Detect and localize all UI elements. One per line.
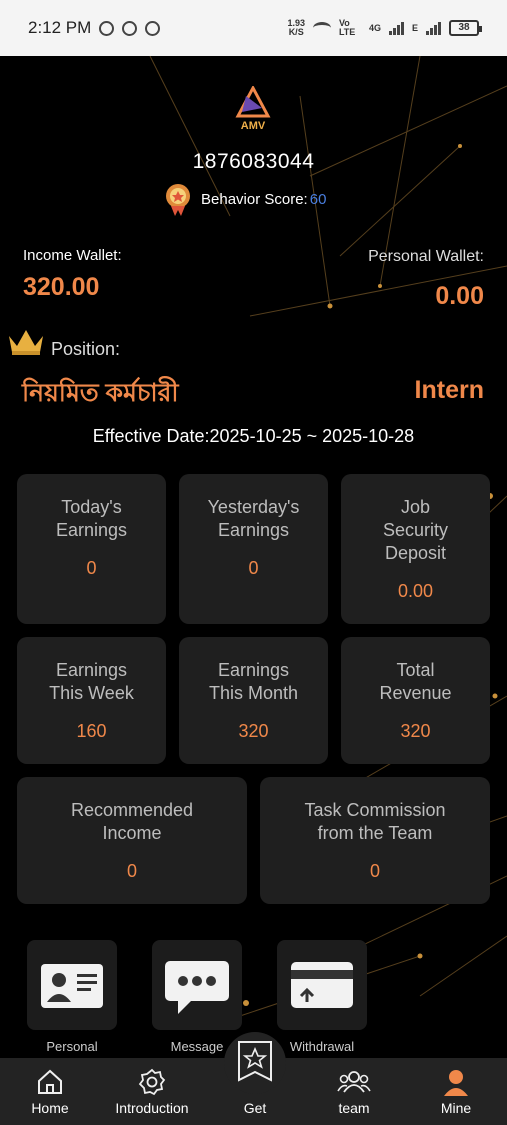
effective-date: Effective Date:2025-10-25 ~ 2025-10-28 — [92, 426, 415, 446]
network-e-label: E — [411, 23, 418, 33]
nav-team-label[interactable]: team — [338, 1100, 369, 1116]
stat-card-today: Today's Earnings 0 — [17, 474, 166, 624]
stat-card-team-commission: Task Commission from the Team 0 — [260, 777, 490, 904]
chat-icon — [145, 20, 161, 36]
crown-icon — [9, 330, 43, 355]
stat-title: Earnings This Week — [49, 660, 134, 703]
nav-get-label[interactable]: Get — [224, 1100, 286, 1116]
status-bar: 2:12 PM 1.93 K/S Vo LTE 4G E 38 — [0, 0, 507, 56]
stat-title: Earnings This Month — [208, 660, 299, 703]
star-badge-icon — [238, 1041, 272, 1082]
net-speed: 1.93 K/S — [287, 18, 305, 37]
income-wallet-value: 320.00 — [23, 273, 100, 301]
stat-title: Today's Earnings — [55, 497, 128, 540]
amv-logo: AMV — [235, 86, 271, 132]
nav-introduction[interactable]: Introduction — [107, 1058, 197, 1125]
user-icon — [444, 1070, 468, 1096]
nav-home[interactable]: Home — [20, 1058, 80, 1125]
behavior-score-row: Behavior Score: 60 — [163, 182, 326, 216]
volte-label: Vo LTE — [338, 18, 356, 37]
status-time: 2:12 PM — [28, 18, 92, 37]
id-card-icon — [41, 964, 103, 1008]
chrome-icon — [122, 20, 138, 36]
stat-value: 0 — [248, 558, 259, 578]
nav-team[interactable]: team — [324, 1058, 384, 1125]
stat-value: 0 — [86, 558, 97, 578]
stat-card-recommended: Recommended Income 0 — [17, 777, 247, 904]
mine-page: AMV 1876083044 Behavior Score: 60 Income… — [0, 56, 507, 1058]
nav-mine[interactable]: Mine — [426, 1058, 486, 1125]
withdrawal-button[interactable] — [277, 940, 367, 1030]
stat-value: 320 — [400, 721, 431, 741]
svg-text:AMV: AMV — [241, 120, 266, 132]
position-title-en: Intern — [414, 376, 484, 404]
stat-title: Recommended Income — [70, 800, 194, 843]
signal-icon — [388, 21, 404, 35]
personal-label[interactable]: Personal — [22, 1039, 122, 1054]
stat-card-yesterday: Yesterday's Earnings 0 — [179, 474, 328, 624]
messenger-icon — [99, 20, 115, 36]
stat-card-month: Earnings This Month 320 — [179, 637, 328, 764]
nav-home-label[interactable]: Home — [31, 1100, 68, 1116]
personal-button[interactable] — [27, 940, 117, 1030]
stat-value: 160 — [76, 721, 107, 741]
stat-card-week: Earnings This Week 160 — [17, 637, 166, 764]
stat-title: Task Commission from the Team — [304, 800, 446, 843]
home-icon — [38, 1069, 62, 1094]
nav-introduction-label[interactable]: Introduction — [115, 1100, 188, 1116]
position-label: Position: — [51, 339, 121, 359]
personal-wallet-value: 0.00 — [435, 282, 484, 310]
position-title-bn: নিয়মিত কর্মচারী — [22, 379, 179, 407]
income-wallet-label: Income Wallet: — [23, 247, 122, 264]
user-phone: 1876083044 — [192, 150, 315, 173]
gear-icon — [138, 1068, 166, 1096]
signal-icon-2 — [426, 21, 441, 35]
stat-title: Job Security Deposit — [382, 497, 449, 563]
behavior-score-value: 60 — [309, 190, 327, 208]
message-button[interactable] — [152, 940, 242, 1030]
card-icon — [291, 962, 353, 1008]
stat-value: 0.00 — [397, 581, 434, 601]
stat-value: 0 — [369, 861, 380, 881]
behavior-score-label: Behavior Score: — [201, 190, 308, 208]
network-4g-label: 4G — [368, 23, 381, 33]
stat-card-total: Total Revenue 320 — [341, 637, 490, 764]
stat-title: Total Revenue — [379, 660, 452, 703]
wifi-icon — [312, 22, 331, 34]
stat-value: 0 — [126, 861, 137, 881]
nav-mine-label[interactable]: Mine — [441, 1100, 471, 1116]
team-icon — [337, 1071, 371, 1093]
message-icon — [165, 961, 229, 1014]
stat-card-deposit: Job Security Deposit 0.00 — [341, 474, 490, 624]
medal-icon — [166, 184, 190, 216]
personal-wallet-label: Personal Wallet: — [368, 248, 484, 265]
nav-get[interactable] — [224, 1032, 286, 1094]
stat-value: 320 — [238, 721, 269, 741]
withdrawal-label[interactable]: Withdrawal — [272, 1039, 372, 1054]
stat-title: Yesterday's Earnings — [207, 497, 300, 540]
battery-icon: 38 — [449, 20, 482, 36]
